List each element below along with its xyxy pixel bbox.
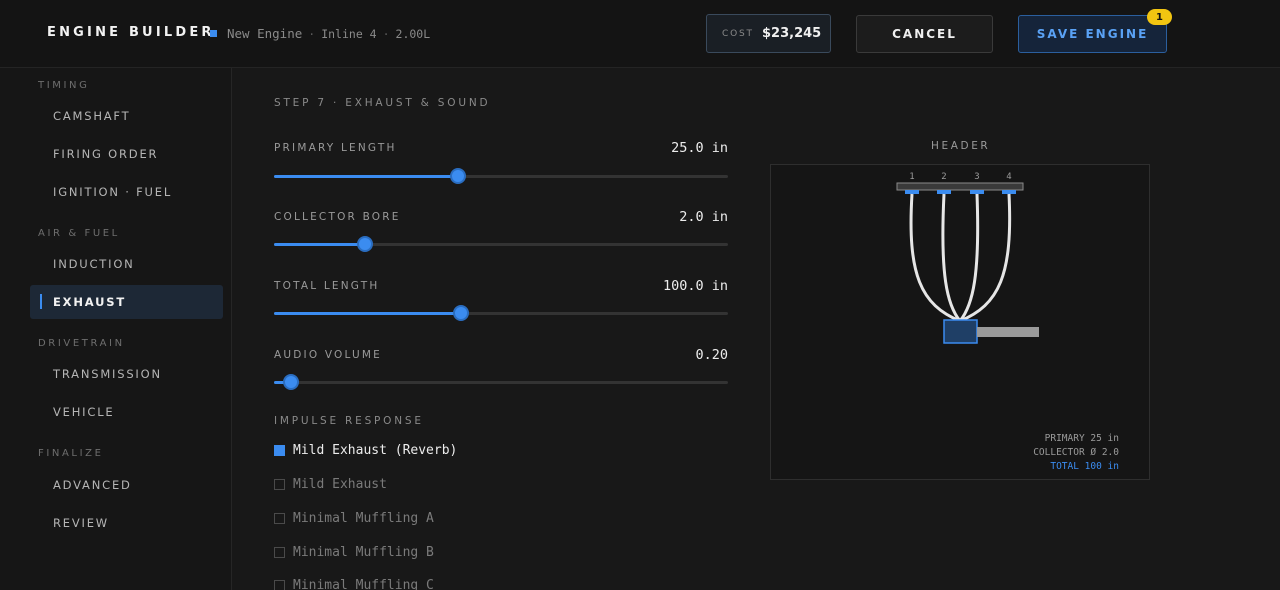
primary-pipe-2 — [941, 193, 962, 322]
impulse-option-label: Mild Exhaust (Reverb) — [293, 442, 458, 458]
cylinder-label-2: 2 — [941, 172, 946, 182]
impulse-option[interactable]: Minimal Muffling B — [274, 544, 434, 560]
cylinder-label-1: 1 — [909, 172, 914, 182]
cost-label: COST — [722, 29, 754, 39]
sidebar-section-drivetrain: DRIVETRAIN — [38, 338, 125, 349]
head-flange — [896, 182, 1024, 191]
checkbox[interactable] — [274, 512, 285, 524]
checkbox[interactable] — [274, 546, 285, 558]
impulse-option-label: Minimal Muffling C — [293, 577, 434, 590]
total-length-slider[interactable] — [274, 305, 728, 321]
app-title: ENGINE BUILDER — [47, 25, 215, 40]
slider-fill — [274, 175, 458, 178]
checkbox[interactable] — [274, 579, 285, 590]
port-1 — [905, 190, 919, 194]
engine-displacement: 2.00L — [395, 27, 431, 41]
readout-primary: PRIMARY 25 in — [1044, 433, 1119, 444]
sidebar-item-vehicle[interactable]: VEHICLE — [53, 405, 114, 419]
sidebar-item-camshaft[interactable]: CAMSHAFT — [53, 109, 130, 123]
impulse-option[interactable]: Mild Exhaust (Reverb) — [274, 442, 457, 458]
slider-thumb[interactable] — [283, 374, 300, 390]
collector-bore-slider[interactable] — [274, 236, 728, 252]
readout-collector: COLLECTOR Ø 2.0 — [1033, 447, 1119, 458]
slider-thumb[interactable] — [356, 236, 373, 252]
impulse-option-label: Minimal Muffling B — [293, 544, 434, 560]
param-value-total-length: 100.0 in — [662, 278, 728, 294]
sidebar-section-timing: TIMING — [38, 80, 90, 91]
top-bar: ENGINE BUILDER New Engine · Inline 4 · 2.00L… — [0, 0, 1280, 68]
separator-dot: · — [308, 27, 316, 41]
sidebar-section-finalize: FINALIZE — [38, 448, 104, 459]
port-4 — [1002, 190, 1016, 194]
active-indicator — [40, 294, 42, 309]
header-diagram-svg: 1 2 3 4 — [896, 172, 1039, 344]
param-label-primary-length: PRIMARY LENGTH — [274, 142, 397, 154]
slider-fill — [274, 312, 461, 315]
sidebar-item-exhaust[interactable]: EXHAUST — [53, 295, 126, 309]
cylinder-label-3: 3 — [974, 172, 979, 182]
slider-thumb[interactable] — [449, 168, 466, 184]
sidebar-item-firing-order[interactable]: FIRING ORDER — [53, 147, 158, 161]
cylinder-label-4: 4 — [1006, 172, 1011, 182]
primary-length-slider[interactable] — [274, 168, 728, 184]
collector — [943, 319, 978, 344]
impulse-option[interactable]: Mild Exhaust — [274, 476, 387, 492]
impulse-option-label: Minimal Muffling A — [293, 510, 434, 526]
param-value-audio-volume: 0.20 — [695, 347, 728, 363]
cancel-button[interactable]: CANCEL — [856, 15, 993, 53]
checkbox[interactable] — [274, 478, 285, 490]
sidebar-item-ignition-fuel[interactable]: IGNITION · FUEL — [53, 185, 172, 199]
param-label-total-length: TOTAL LENGTH — [274, 280, 380, 292]
impulse-option[interactable]: Minimal Muffling C — [274, 577, 434, 590]
save-badge: 1 — [1147, 9, 1172, 25]
separator-dot: · — [382, 27, 390, 41]
sidebar-section-air-fuel: AIR & FUEL — [38, 228, 120, 239]
step-title: STEP 7 · EXHAUST & SOUND — [274, 97, 491, 109]
impulse-option[interactable]: Minimal Muffling A — [274, 510, 434, 526]
header-diagram: 1 2 3 4 PRIMARY 25 in COLLECTOR Ø 2.0 TO… — [770, 164, 1150, 480]
engine-layout: Inline 4 — [321, 27, 377, 41]
readout-total: TOTAL 100 in — [1050, 461, 1119, 472]
engine-name: New Engine — [227, 26, 303, 41]
sidebar-item-advanced[interactable]: ADVANCED — [53, 478, 132, 492]
sidebar-item-transmission[interactable]: TRANSMISSION — [53, 367, 162, 381]
checkbox[interactable] — [274, 444, 285, 456]
save-engine-button[interactable]: SAVE ENGINE — [1018, 15, 1167, 53]
engine-info: New Engine · Inline 4 · 2.00L — [227, 26, 430, 41]
param-label-collector-bore: COLLECTOR BORE — [274, 211, 401, 223]
param-value-primary-length: 25.0 in — [671, 140, 728, 156]
primary-pipe-3 — [958, 193, 980, 322]
cost-display: COST $23,245 — [706, 14, 831, 53]
audio-volume-slider[interactable] — [274, 374, 728, 390]
sidebar-item-review[interactable]: REVIEW — [53, 516, 109, 530]
slider-fill — [274, 243, 365, 246]
primary-pipe-4 — [959, 193, 1012, 323]
port-2 — [937, 190, 951, 194]
impulse-response-label: IMPULSE RESPONSE — [274, 415, 424, 427]
diagram-title: HEADER — [931, 140, 991, 152]
sidebar-item-induction[interactable]: INDUCTION — [53, 257, 135, 271]
cost-value: $23,245 — [762, 26, 822, 41]
param-value-collector-bore: 2.0 in — [679, 209, 728, 225]
tail-pipe — [977, 327, 1039, 337]
impulse-option-label: Mild Exhaust — [293, 476, 387, 492]
param-label-audio-volume: AUDIO VOLUME — [274, 349, 383, 361]
port-3 — [970, 190, 984, 194]
primary-pipe-1 — [909, 193, 961, 323]
slider-thumb[interactable] — [452, 305, 469, 321]
title-square-icon — [210, 30, 217, 37]
